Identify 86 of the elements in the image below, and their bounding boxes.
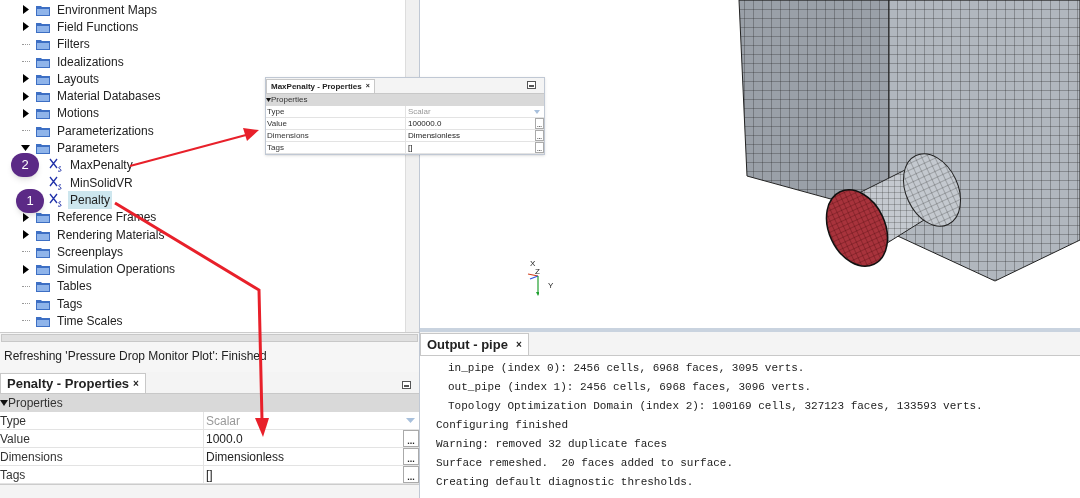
- folder-icon: [36, 72, 50, 85]
- folder-icon: [36, 142, 50, 154]
- folder-icon: [36, 38, 50, 51]
- variable-icon: [49, 191, 63, 208]
- tree-item[interactable]: Parameterizations: [57, 121, 154, 140]
- tree-item[interactable]: Motions: [57, 104, 100, 123]
- axis-label: X: [530, 258, 536, 269]
- properties-tab[interactable]: Penalty - Properties ×: [0, 373, 146, 393]
- output-line: out_pipe (index 1): 2456 cells, 6968 faces, 3096 verts.: [447, 380, 813, 395]
- folder-icon: [36, 20, 50, 33]
- property-value[interactable]: 1000.0: [204, 429, 403, 448]
- horizontal-scrollbar[interactable]: [1, 334, 418, 342]
- expand-arrow-icon[interactable]: [22, 22, 29, 32]
- section-header[interactable]: Properties: [266, 94, 544, 106]
- tree-item[interactable]: Material Databases: [57, 87, 161, 106]
- expand-arrow-icon[interactable]: [22, 212, 29, 222]
- expand-arrow-icon[interactable]: [22, 91, 29, 101]
- section-header[interactable]: Properties: [0, 394, 419, 412]
- variable-icon: [49, 157, 63, 174]
- collapse-arrow-icon: [266, 98, 271, 102]
- property-value[interactable]: []: [204, 465, 403, 484]
- dropdown-caret-icon: [534, 109, 540, 114]
- expand-arrow-icon[interactable]: [22, 230, 29, 239]
- tree-item[interactable]: Time Scales: [57, 312, 123, 330]
- folder-icon: [36, 245, 50, 258]
- callout-badge: 2: [11, 153, 39, 177]
- property-name: Dimensions: [266, 130, 406, 141]
- close-tab-icon[interactable]: ×: [133, 376, 139, 391]
- property-name: Type: [0, 412, 204, 429]
- property-name: Value: [266, 118, 406, 129]
- axis-label: Y: [548, 280, 554, 292]
- folder-icon: [36, 211, 50, 224]
- parameter-item[interactable]: Penalty: [68, 190, 113, 209]
- output-tab[interactable]: Output - pipe ×: [420, 333, 529, 355]
- property-name: Dimensions: [0, 448, 204, 465]
- output-line: Surface remeshed. 20 faces added to surface.: [435, 456, 735, 471]
- tree-item[interactable]: Rendering Materials: [57, 225, 165, 244]
- property-value[interactable]: Dimensionless: [204, 447, 403, 466]
- tree-item[interactable]: Tables: [57, 277, 92, 296]
- collapse-arrow-icon[interactable]: [21, 145, 30, 151]
- dropdown-caret-icon: [406, 418, 415, 423]
- property-name: Value: [0, 430, 204, 447]
- folder-icon: [36, 107, 50, 120]
- ellipsis-button[interactable]: ...: [403, 430, 419, 447]
- variable-icon: [49, 174, 63, 191]
- folder-icon: [36, 297, 50, 310]
- tree-item[interactable]: Environment Maps: [57, 0, 158, 19]
- collapse-arrow-icon: [0, 400, 8, 406]
- close-tab-icon[interactable]: ×: [515, 337, 522, 352]
- tree-item[interactable]: Layouts: [57, 69, 100, 88]
- minimize-icon[interactable]: [402, 381, 411, 389]
- folder-icon: [36, 280, 50, 293]
- output-line: Configuring finished: [435, 418, 570, 433]
- parameter-item[interactable]: MinSolidVR: [68, 173, 135, 192]
- expand-arrow-icon[interactable]: [22, 108, 29, 118]
- callout-badge: 1: [16, 189, 44, 213]
- ellipsis-button[interactable]: ...: [403, 448, 419, 465]
- axis-label: Z: [535, 266, 540, 278]
- tree-item[interactable]: Simulation Operations: [57, 260, 176, 279]
- tree-item[interactable]: Idealizations: [57, 52, 124, 71]
- property-name: Tags: [266, 142, 406, 153]
- expand-arrow-icon[interactable]: [22, 5, 29, 15]
- tree-item[interactable]: Parameters: [57, 139, 120, 158]
- folder-icon: [36, 263, 50, 276]
- expand-arrow-icon[interactable]: [22, 74, 29, 84]
- parameter-item[interactable]: MaxPenalty: [68, 156, 135, 175]
- output-line: Creating default diagnostic thresholds.: [435, 475, 695, 490]
- folder-icon: [36, 55, 50, 68]
- folder-icon: [36, 315, 50, 327]
- tree-item[interactable]: Field Functions: [57, 17, 139, 36]
- property-name: Type: [266, 106, 406, 117]
- output-line: Topology Optimization Domain (index 2): 100169 cells, 327123 faces, 133593 verts.: [447, 399, 984, 414]
- minimize-icon[interactable]: [527, 81, 536, 89]
- tree-item[interactable]: Tags: [57, 294, 83, 313]
- folder-icon: [36, 90, 50, 103]
- folder-icon: [36, 3, 50, 16]
- tree-item[interactable]: Screenplays: [57, 242, 124, 261]
- axis-triad-icon: [527, 273, 539, 297]
- output-line: Warning: removed 32 duplicate faces: [435, 437, 669, 452]
- tree-item[interactable]: Filters: [57, 35, 90, 54]
- folder-icon: [36, 124, 50, 137]
- folder-icon: [36, 228, 50, 241]
- output-line: in_pipe (index 0): 2456 cells, 6968 faces, 3095 verts.: [447, 361, 806, 376]
- expand-arrow-icon[interactable]: [22, 264, 29, 274]
- ellipsis-button[interactable]: ...: [403, 466, 419, 483]
- property-name: Tags: [0, 466, 204, 483]
